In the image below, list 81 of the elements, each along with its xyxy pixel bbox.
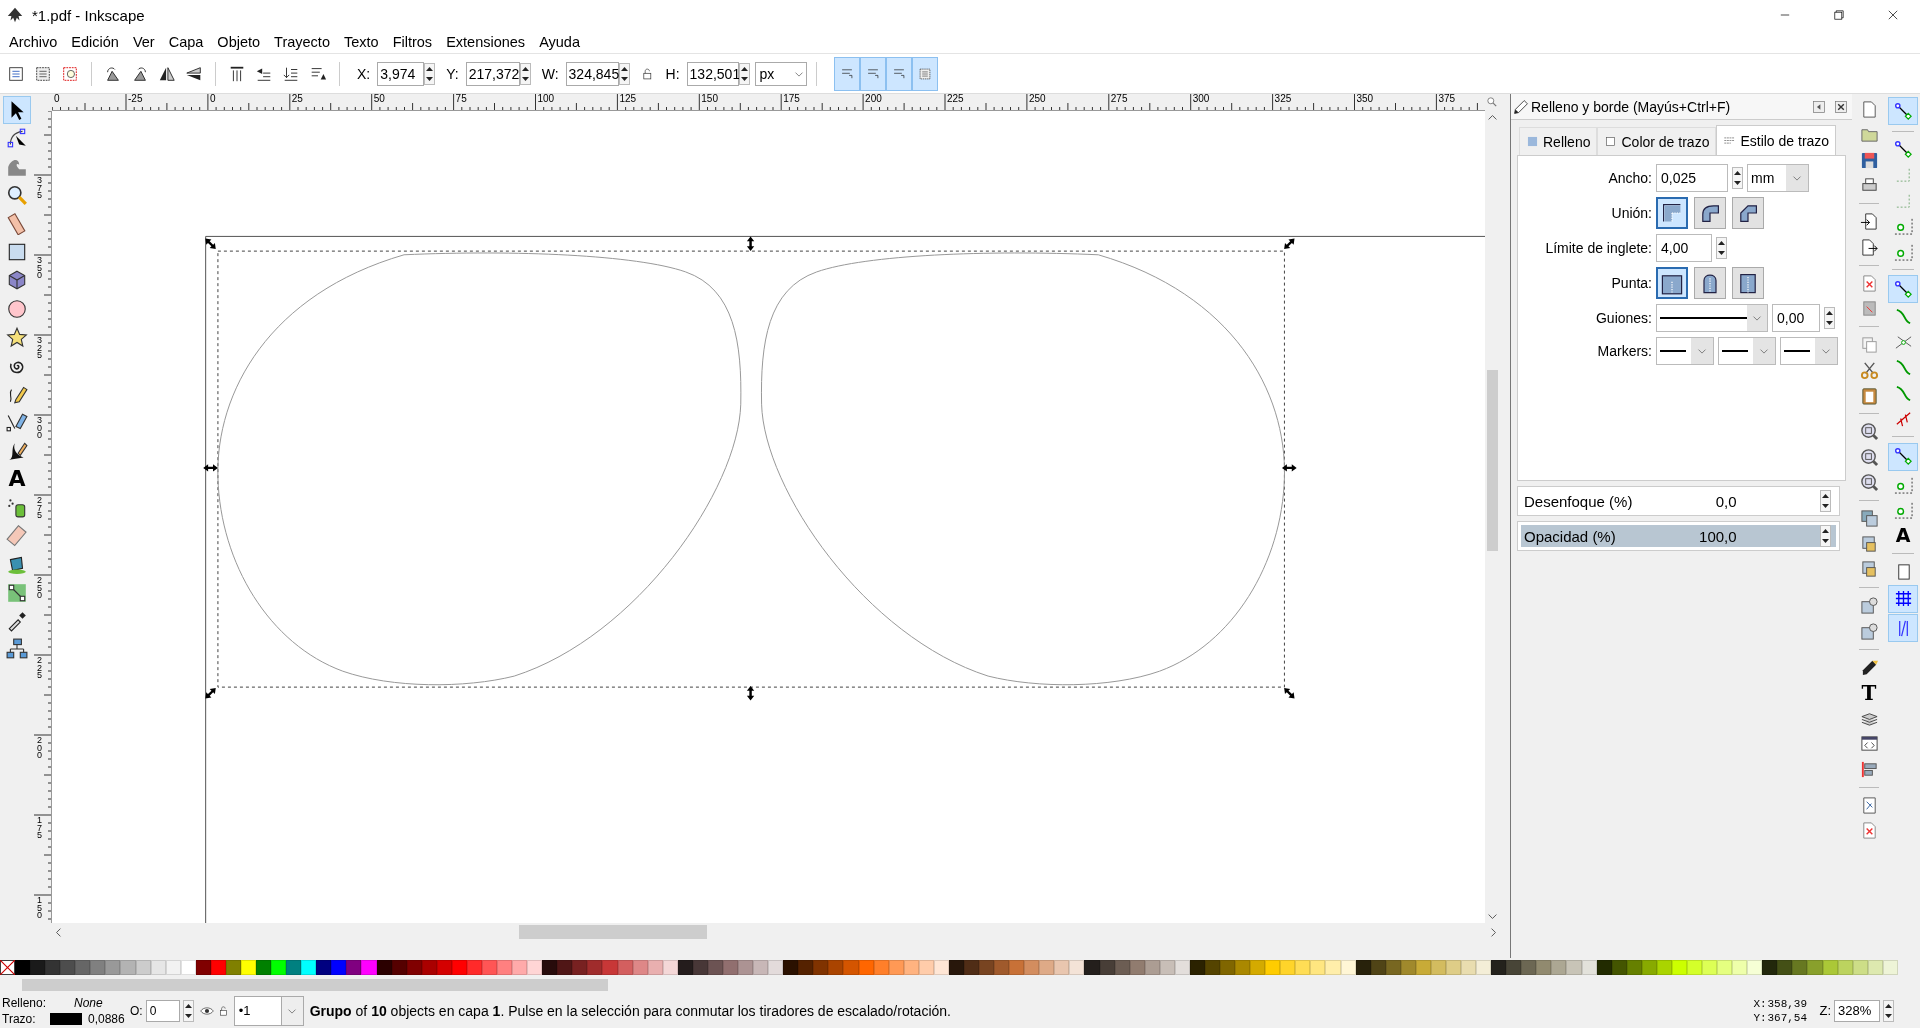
menu-item[interactable]: Ayuda [532, 30, 587, 53]
menu-item[interactable]: Capa [161, 30, 211, 53]
menu-item[interactable]: Trayecto [267, 30, 337, 53]
ruler-label: 175 [37, 817, 42, 840]
tab[interactable]: Color de trazo [1597, 127, 1717, 155]
ruler-label: 0 [54, 94, 60, 104]
ruler-label: 350 [37, 257, 42, 280]
ruler-label: 300 [37, 417, 42, 440]
ruler-label: 150 [701, 94, 718, 104]
field-label: Unión: [1610, 205, 1652, 221]
ruler-label: 50 [373, 94, 385, 104]
panel-title: Relleno y borde (Mayús+Ctrl+F) [1531, 98, 1732, 115]
fill-label: Relleno: [2, 995, 48, 1010]
number-field[interactable]: 132,501 [686, 61, 739, 86]
ruler-label: 200 [37, 737, 42, 760]
ruler-label: 325 [1274, 94, 1292, 104]
menu-item[interactable]: Objeto [210, 30, 268, 53]
menu-item[interactable]: Filtros [385, 30, 440, 53]
text-tool-button[interactable]: T [1855, 680, 1883, 705]
ruler-label: 175 [783, 94, 800, 104]
opacity-label: O: [130, 1003, 143, 1018]
field-label: W: [541, 65, 559, 82]
ruler-label: 75 [455, 94, 467, 104]
field-label: Punta: [1610, 275, 1652, 291]
status-message: Grupo of 10 objects en capa 1. Pulse en la selección para conmutar los tiradores de escalado/rotación. [309, 1002, 952, 1019]
miter-limit-field[interactable]: 4,00 [1656, 234, 1712, 262]
opacity-slider[interactable]: Opacidad (%) 100,0 [1517, 521, 1840, 551]
ruler-label: -25 [128, 94, 143, 104]
window-title: *1.pdf - Inkscape [32, 6, 145, 24]
ruler-label: 250 [37, 577, 42, 600]
snap-toggle[interactable]: A [1888, 523, 1918, 547]
unit-dropdown[interactable]: mm [1747, 164, 1809, 192]
menu-item[interactable]: Extensiones [439, 30, 533, 53]
ruler-label: 275 [1110, 94, 1128, 104]
field-label: Markers: [1596, 343, 1652, 359]
unit-dropdown[interactable]: px [754, 61, 807, 86]
ruler-label: 225 [947, 94, 964, 104]
stroke-label: Trazo: [2, 1011, 37, 1026]
ruler-label: 150 [37, 897, 42, 920]
menu-item[interactable]: Texto [336, 30, 386, 53]
ruler-label: 0 [209, 94, 216, 104]
stroke-width-value: 0,0886 [87, 1011, 122, 1026]
coord-label: Y: [1753, 1010, 1768, 1025]
fill-value: None [74, 995, 104, 1010]
menu-item[interactable]: Archivo [2, 30, 65, 53]
ruler-label: 375 [37, 177, 42, 200]
ruler-label: 200 [865, 94, 882, 104]
ruler-label: 350 [1356, 94, 1374, 104]
ruler-label: 325 [37, 337, 42, 360]
field-label: Guiones: [1594, 310, 1652, 326]
menu-item[interactable]: Edición [64, 30, 126, 53]
zoom-field[interactable]: 328% [1834, 999, 1880, 1022]
number-field[interactable]: 324,845 [565, 61, 619, 86]
opacity-field[interactable]: 0 [145, 999, 180, 1022]
number-field[interactable]: 3,974 [377, 61, 425, 86]
blur-slider[interactable]: Desenfoque (%) 0,0 [1517, 486, 1840, 516]
ruler-label: 125 [619, 94, 637, 104]
menu-item[interactable]: Ver [125, 30, 162, 53]
layer-dropdown[interactable]: •1 [233, 995, 304, 1026]
ruler-label: 300 [1192, 94, 1210, 104]
zoom-label: Z: [1819, 1003, 1831, 1018]
field-label: Ancho: [1607, 170, 1652, 186]
ruler-label: 225 [37, 657, 42, 680]
field-label: Y: [446, 65, 459, 82]
tool-button[interactable]: A [3, 465, 31, 494]
field-label: Límite de inglete: [1544, 240, 1652, 256]
tab[interactable]: Estilo de trazo [1716, 125, 1837, 155]
coord-label: X: [1753, 996, 1768, 1011]
ruler-label: 100 [537, 94, 555, 104]
number-field[interactable]: 217,372 [465, 61, 520, 86]
coord-value: 367,54 [1767, 1010, 1809, 1025]
coord-value: 358,39 [1767, 996, 1809, 1011]
tab[interactable]: Relleno [1519, 127, 1598, 155]
ruler-label: 250 [1028, 94, 1046, 104]
field-label: H: [665, 65, 680, 82]
ruler-label: 375 [1438, 94, 1456, 104]
ruler-label: 275 [37, 497, 42, 520]
field-label: X: [357, 65, 371, 82]
ruler-label: 25 [291, 94, 303, 104]
stroke-width-field[interactable]: 0,025 [1656, 164, 1728, 192]
dash-offset-field[interactable]: 0,00 [1772, 304, 1820, 332]
